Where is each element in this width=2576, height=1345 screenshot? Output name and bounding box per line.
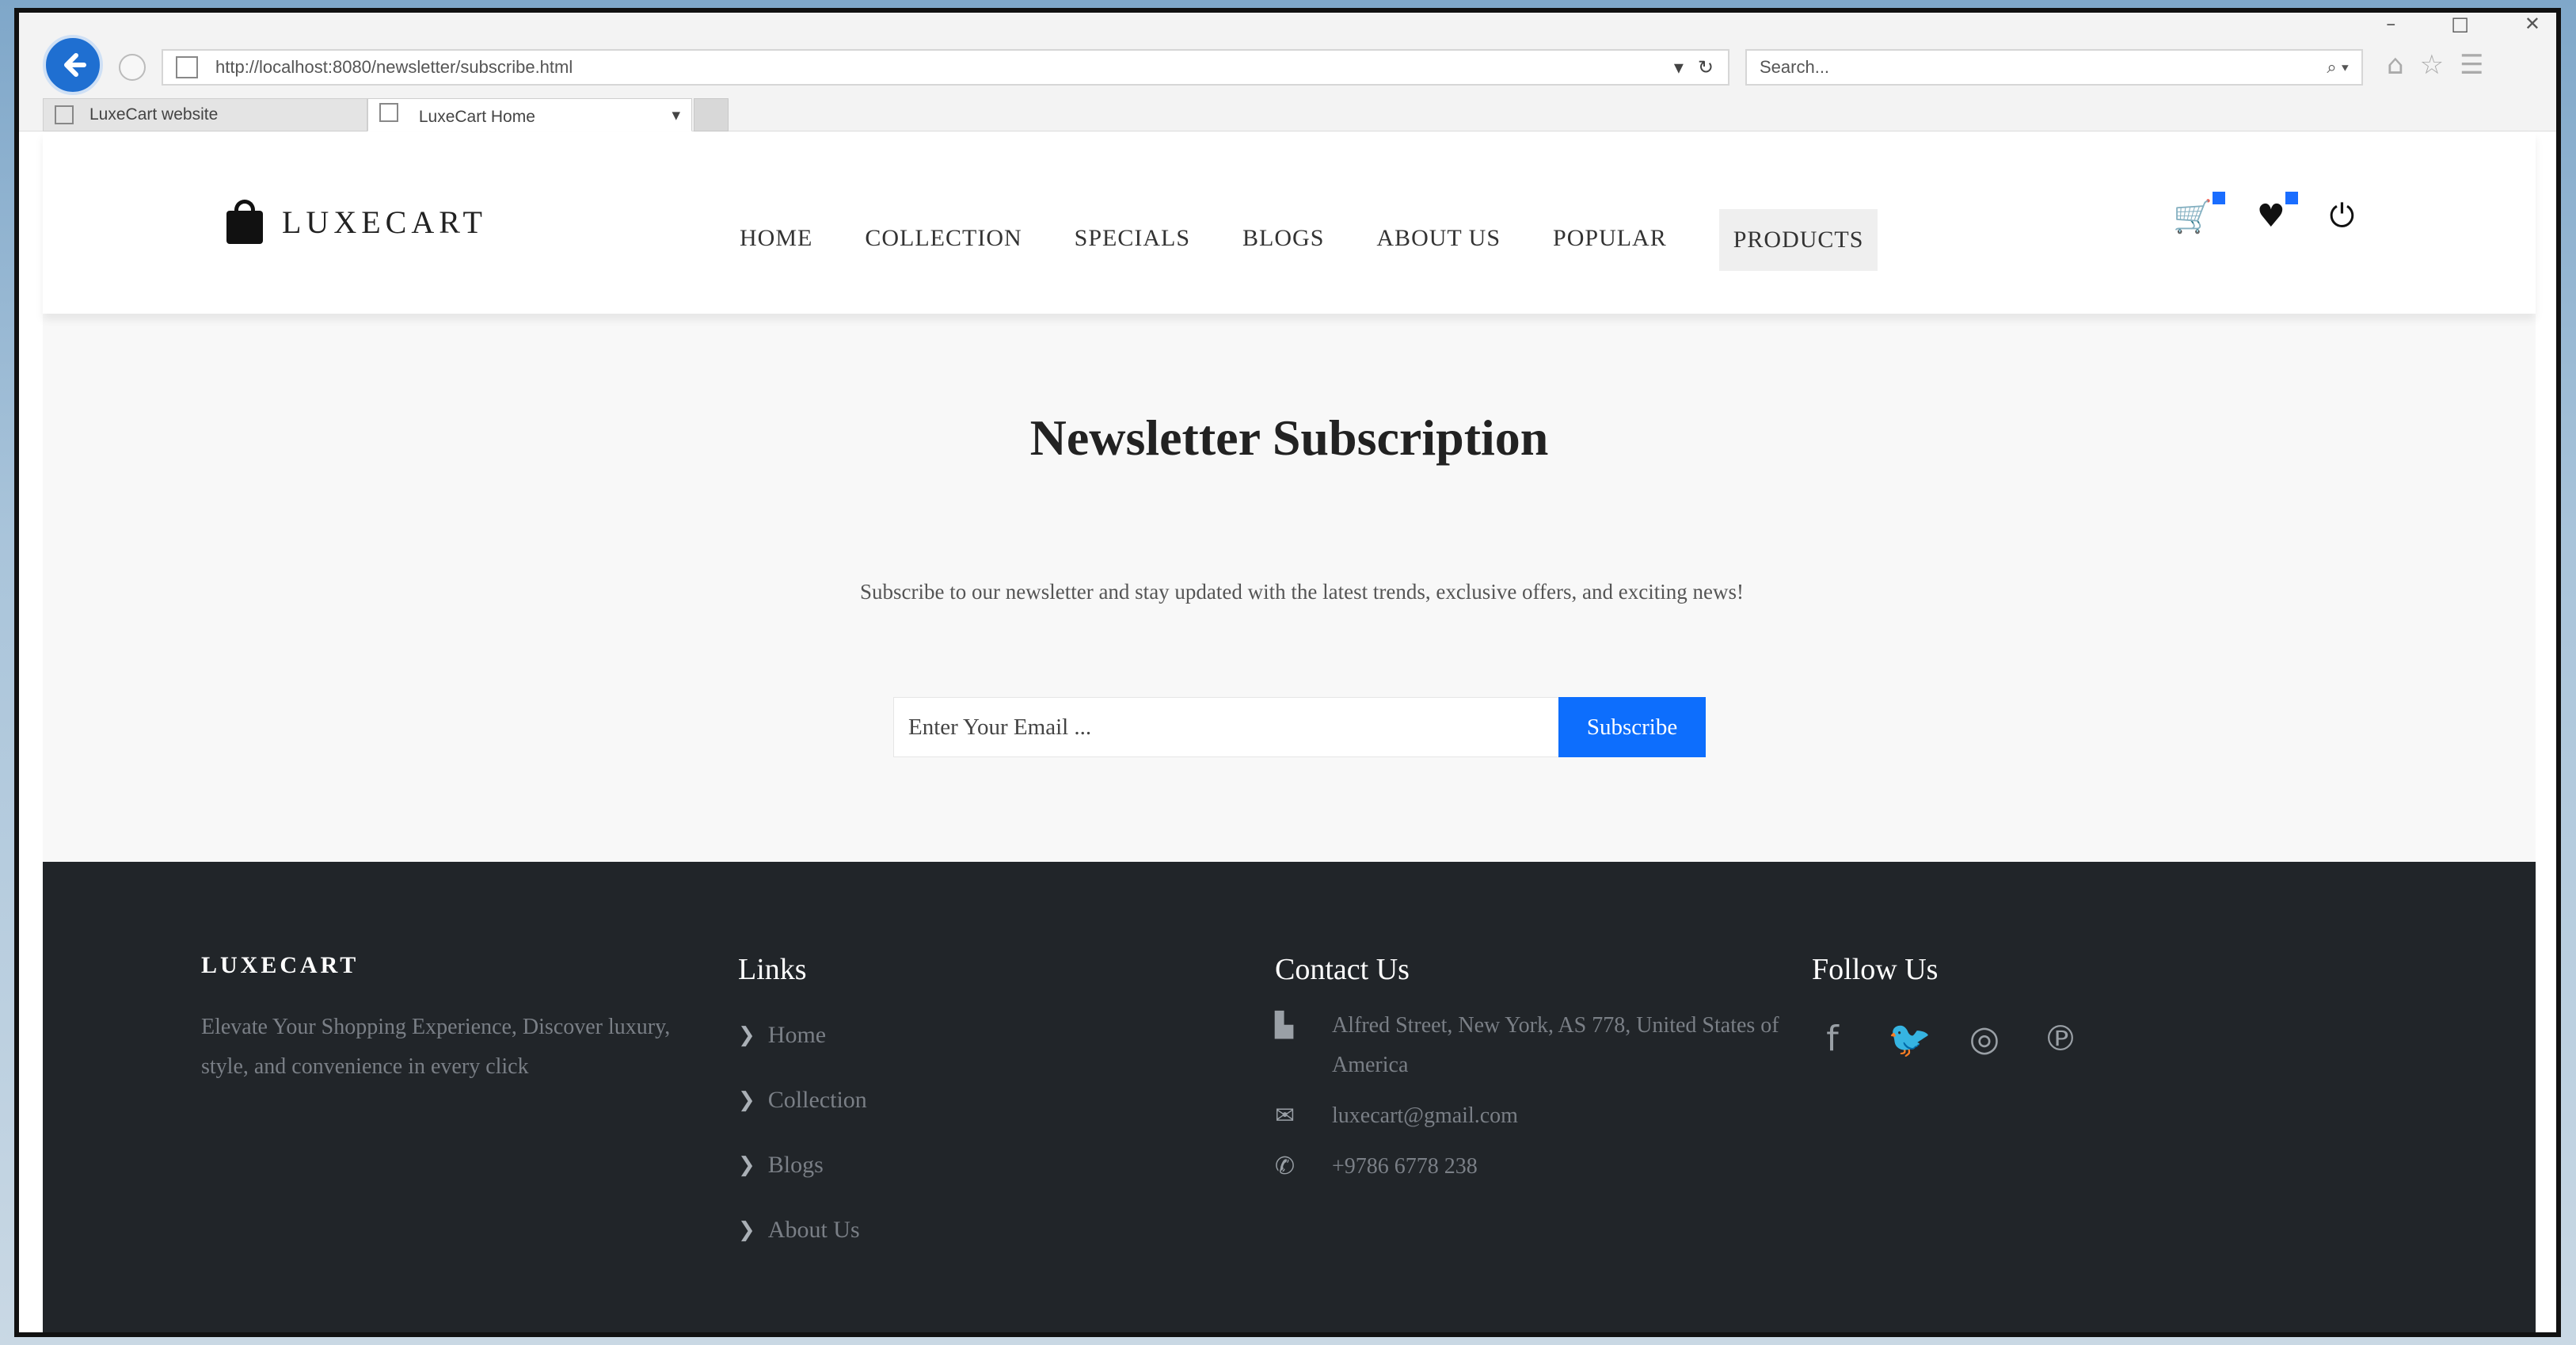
nav-popular[interactable]: POPULAR [1553, 225, 1667, 252]
newsletter-section: Newsletter Subscription Subscribe to our… [43, 314, 2536, 862]
page-icon [176, 56, 198, 78]
logout-icon[interactable]: ⏻ [2330, 198, 2355, 235]
subscribe-button[interactable]: Subscribe [1558, 697, 1706, 757]
nav-blogs[interactable]: BLOGS [1242, 225, 1324, 252]
shopping-bag-icon [226, 200, 263, 244]
footer-brand: LUXECART [201, 952, 360, 978]
footer-link-about-us[interactable]: ❯ About Us [738, 1198, 1213, 1263]
footer-link-collection[interactable]: ❯ Collection [738, 1068, 1213, 1133]
cart-badge [2212, 192, 2225, 204]
footer-follow-column: Follow Us f 🐦 ◎ ℗ [1812, 952, 2287, 1060]
close-window-button[interactable]: ✕ [2525, 13, 2540, 35]
newsletter-description: Subscribe to our newsletter and stay upd… [860, 580, 1744, 604]
tab-luxecart-website[interactable]: LuxeCart website [43, 98, 367, 131]
refresh-icon[interactable]: ↻ [1698, 56, 1714, 79]
new-tab-button[interactable] [694, 98, 729, 131]
header-icons: 🛒 ♥ ⏻ [2173, 192, 2355, 235]
brand-name: LUXECART [282, 204, 487, 240]
browser-search-box[interactable]: Search... ⌕ ▾ [1745, 49, 2363, 86]
site-header: LUXECART HOME COLLECTION SPECIALS BLOGS … [43, 131, 2536, 314]
browser-window: – □ ✕ http://localhost:8080/newsletter/s… [14, 8, 2561, 1337]
address-dropdown-icon[interactable]: ▾ [1674, 56, 1684, 79]
browser-search-placeholder: Search... [1760, 57, 1830, 77]
contact-email[interactable]: ✉ luxecart@gmail.com [1275, 1096, 1813, 1136]
footer-links-list: ❯ Home ❯ Collection ❯ Blogs ❯ About Us [738, 1003, 1213, 1263]
footer-contact-title: Contact Us [1275, 953, 1410, 986]
building-icon: ▙ [1275, 1012, 1294, 1039]
nav-home[interactable]: HOME [740, 225, 812, 252]
chevron-right-icon: ❯ [738, 1023, 755, 1047]
maximize-button[interactable]: □ [2451, 13, 2469, 35]
footer-link-blogs[interactable]: ❯ Blogs [738, 1133, 1213, 1198]
newsletter-form: Subscribe [893, 697, 1706, 757]
browser-chrome: – □ ✕ http://localhost:8080/newsletter/s… [19, 13, 2556, 131]
tab-strip: LuxeCart website LuxeCart Home ▾ [43, 98, 729, 131]
footer-brand-column: LUXECART Elevate Your Shopping Experienc… [201, 952, 692, 1087]
nav-collection[interactable]: COLLECTION [865, 225, 1022, 252]
twitter-icon[interactable]: 🐦 [1888, 1019, 1931, 1060]
footer-tagline: Elevate Your Shopping Experience, Discov… [201, 1015, 671, 1079]
back-arrow-icon [64, 53, 86, 77]
footer-link-home[interactable]: ❯ Home [738, 1003, 1213, 1068]
minimize-button[interactable]: – [2386, 13, 2395, 35]
wishlist-icon[interactable]: ♥ [2257, 192, 2298, 235]
gear-icon[interactable]: ☰ [2460, 49, 2483, 81]
star-icon[interactable]: ☆ [2420, 49, 2444, 81]
nav-products[interactable]: PRODUCTS [1718, 209, 1878, 271]
window-controls: – □ ✕ [2386, 13, 2540, 35]
tab-luxecart-home[interactable]: LuxeCart Home ▾ [367, 98, 692, 131]
facebook-icon[interactable]: f [1812, 1019, 1853, 1060]
chevron-right-icon: ❯ [738, 1088, 755, 1112]
chevron-right-icon: ❯ [738, 1218, 755, 1242]
home-icon[interactable]: ⌂ [2387, 49, 2404, 81]
footer-links-title: Links [738, 953, 807, 986]
site-footer: LUXECART Elevate Your Shopping Experienc… [43, 862, 2536, 1332]
pinterest-icon[interactable]: ℗ [2040, 1019, 2081, 1060]
tab-page-icon [379, 103, 398, 122]
footer-follow-title: Follow Us [1812, 953, 1939, 986]
footer-contact-column: Contact Us ▙ Alfred Street, New York, AS… [1275, 952, 1813, 1187]
email-input[interactable] [893, 697, 1558, 757]
address-bar[interactable]: http://localhost:8080/newsletter/subscri… [162, 49, 1729, 86]
back-button[interactable] [43, 35, 103, 95]
address-text: http://localhost:8080/newsletter/subscri… [215, 57, 573, 77]
cart-icon[interactable]: 🛒 [2173, 192, 2225, 235]
nav-specials[interactable]: SPECIALS [1075, 225, 1190, 252]
forward-button[interactable] [119, 54, 146, 81]
tab-label: LuxeCart Home [418, 108, 535, 126]
search-icon[interactable]: ⌕ ▾ [2327, 57, 2349, 78]
chevron-right-icon: ❯ [738, 1153, 755, 1177]
tab-label: LuxeCart website [89, 105, 219, 124]
newsletter-title: Newsletter Subscription [1029, 410, 1549, 466]
contact-address: ▙ Alfred Street, New York, AS 778, Unite… [1275, 1006, 1813, 1085]
footer-links-column: Links ❯ Home ❯ Collection ❯ Blogs ❯ About Us [738, 952, 1213, 1263]
brand-logo[interactable]: LUXECART [226, 200, 487, 244]
social-links: f 🐦 ◎ ℗ [1812, 1019, 2287, 1060]
tab-page-icon [55, 105, 74, 124]
browser-toolbar-icons: ⌂ ☆ ☰ [2387, 49, 2484, 81]
contact-phone[interactable]: ✆ +9786 6778 238 [1275, 1147, 1813, 1187]
instagram-icon[interactable]: ◎ [1964, 1019, 2005, 1060]
tab-close-icon[interactable]: ▾ [672, 105, 680, 125]
wishlist-badge [2285, 192, 2298, 204]
nav-about-us[interactable]: ABOUT US [1376, 225, 1501, 252]
phone-icon: ✆ [1275, 1153, 1296, 1180]
main-nav: HOME COLLECTION SPECIALS BLOGS ABOUT US … [740, 206, 1930, 271]
envelope-icon: ✉ [1275, 1102, 1296, 1130]
